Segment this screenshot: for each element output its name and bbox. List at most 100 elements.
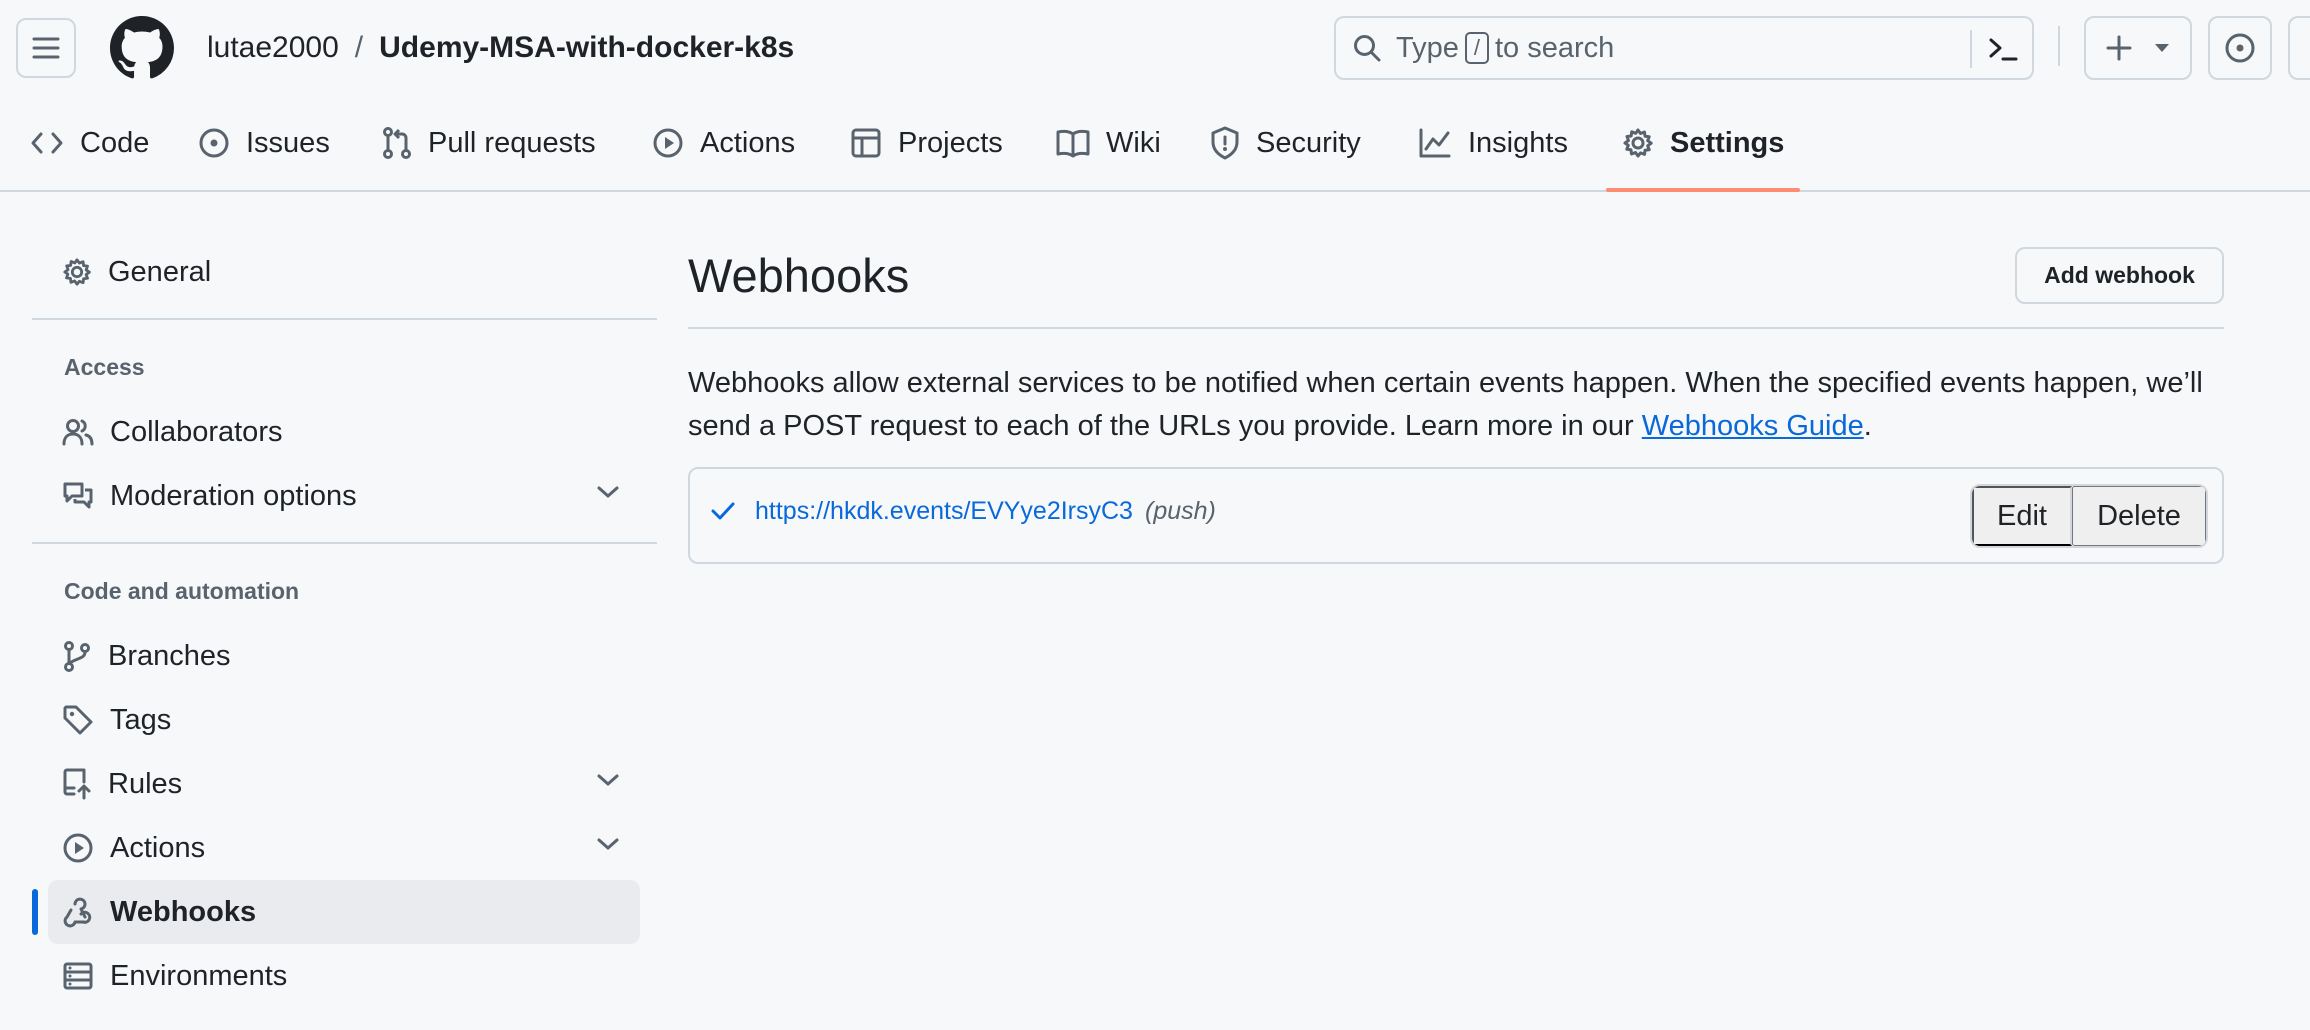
description-text: Webhooks allow external services to be n…: [688, 367, 2203, 442]
webhook-events: (push): [1145, 497, 1216, 525]
sidebar-heading-access: Access: [64, 354, 145, 380]
tab-label: Actions: [700, 126, 796, 159]
gear-icon: [1622, 127, 1654, 159]
sidebar-item-webhooks[interactable]: Webhooks: [48, 880, 640, 944]
selected-item-marker: [32, 889, 38, 935]
create-new-button[interactable]: [2084, 16, 2192, 80]
chevron-down-icon: [596, 484, 620, 500]
tab-pull-requests[interactable]: Pull requests: [382, 96, 596, 190]
issue-opened-icon: [2224, 32, 2256, 64]
hamburger-icon: [32, 36, 60, 60]
book-icon: [1056, 128, 1090, 158]
webhook-icon: [62, 896, 94, 928]
tab-label: Security: [1256, 126, 1361, 159]
tab-label: Issues: [246, 126, 330, 159]
search-placeholder-start: Type: [1396, 31, 1459, 64]
shield-icon: [1210, 126, 1240, 160]
search-icon: [1352, 33, 1382, 63]
code-icon: [30, 129, 64, 157]
breadcrumb-owner-link[interactable]: lutae2000: [207, 31, 339, 65]
repo-push-icon: [62, 768, 92, 800]
chevron-down-icon: [596, 836, 620, 852]
sidebar-item-label: Actions: [110, 831, 206, 864]
sidebar-item-label: Rules: [108, 767, 183, 800]
tab-wiki[interactable]: Wiki: [1056, 96, 1161, 190]
tab-insights[interactable]: Insights: [1418, 96, 1568, 190]
search-input[interactable]: Type / to search: [1334, 16, 2034, 80]
play-icon: [62, 832, 94, 864]
sidebar-heading-code-automation: Code and automation: [64, 578, 300, 604]
people-icon: [62, 418, 94, 446]
webhook-actions: Edit Delete: [1970, 484, 2208, 548]
global-header: lutae2000 / Udemy-MSA-with-docker-k8s Ty…: [0, 0, 2310, 96]
sidebar-item-label: Collaborators: [110, 415, 283, 448]
tab-code[interactable]: Code: [30, 96, 149, 190]
tab-settings[interactable]: Settings: [1605, 96, 1801, 192]
tab-label: Wiki: [1106, 126, 1161, 159]
edit-webhook-button[interactable]: Edit: [1972, 486, 2072, 546]
play-icon: [652, 127, 684, 159]
sidebar-item-general[interactable]: General: [48, 240, 640, 304]
tab-label: Settings: [1670, 126, 1785, 159]
issue-opened-icon: [198, 127, 230, 159]
your-issues-button[interactable]: [2208, 16, 2272, 80]
sidebar-item-actions[interactable]: Actions: [48, 816, 640, 880]
search-placeholder: Type / to search: [1396, 32, 1614, 65]
sidebar-item-moderation-options[interactable]: Moderation options: [48, 464, 640, 528]
webhook-url-link[interactable]: https://hkdk.events/EVYye2Irsy​C3: [755, 497, 1133, 526]
title-divider: [688, 327, 2224, 329]
sidebar-item-environments[interactable]: Environments: [48, 944, 640, 1008]
sidebar-divider: [32, 542, 657, 544]
sidebar-item-label: Webhooks: [110, 895, 257, 928]
add-webhook-button[interactable]: Add webhook: [2015, 247, 2224, 304]
server-icon: [62, 961, 94, 991]
search-placeholder-end: to search: [1495, 31, 1615, 64]
sidebar-item-collaborators[interactable]: Collaborators: [48, 400, 640, 464]
tab-actions[interactable]: Actions: [652, 96, 795, 190]
git-branch-icon: [62, 640, 92, 672]
table-icon: [850, 127, 882, 159]
plus-icon: [2106, 35, 2132, 61]
command-palette-icon[interactable]: [1986, 32, 2020, 66]
sidebar-item-label: Branches: [108, 639, 231, 672]
sidebar-item-label: Tags: [110, 703, 172, 736]
tag-icon: [62, 704, 94, 736]
tab-projects[interactable]: Projects: [850, 96, 1003, 190]
page-title: Webhooks: [688, 249, 910, 302]
tab-label: Pull requests: [428, 126, 596, 159]
pull-requests-header-button[interactable]: [2288, 16, 2310, 80]
sidebar-item-rules[interactable]: Rules: [48, 752, 640, 816]
header-divider: [2058, 26, 2060, 66]
comment-discussion-icon: [62, 481, 94, 511]
chevron-down-icon: [596, 772, 620, 788]
repo-tab-bar: Code Issues Pull requests Actions Projec…: [0, 96, 2310, 192]
github-logo-icon[interactable]: [110, 16, 174, 80]
sidebar-item-tags[interactable]: Tags: [48, 688, 640, 752]
webhooks-description: Webhooks allow external services to be n…: [688, 362, 2224, 448]
description-end: .: [1863, 410, 1872, 442]
tab-security[interactable]: Security: [1210, 96, 1361, 190]
tab-label: Code: [80, 126, 150, 159]
tab-label: Insights: [1468, 126, 1568, 159]
sidebar-divider: [32, 318, 657, 320]
delete-webhook-button[interactable]: Delete: [2072, 486, 2206, 546]
sidebar-item-label: Environments: [110, 959, 288, 992]
search-shortcut-key: /: [1464, 32, 1489, 64]
webhook-list-item: https://hkdk.events/EVYye2Irsy​C3 (push)…: [688, 467, 2224, 564]
search-divider: [1970, 30, 1972, 68]
sidebar-item-label: General: [108, 255, 212, 288]
tab-issues[interactable]: Issues: [198, 96, 330, 190]
sidebar-item-label: Moderation options: [110, 479, 357, 512]
breadcrumb-repo-link[interactable]: Udemy-MSA-with-docker-k8s: [379, 31, 794, 65]
breadcrumb-separator: /: [354, 31, 364, 64]
breadcrumb: lutae2000 / Udemy-MSA-with-docker-k8s: [207, 26, 794, 70]
gear-icon: [62, 257, 92, 287]
webhooks-guide-link[interactable]: Webhooks Guide: [1642, 410, 1864, 442]
tab-label: Projects: [898, 126, 1003, 159]
graph-icon: [1418, 127, 1452, 159]
triangle-down-icon: [2154, 43, 2170, 53]
check-icon: [708, 496, 738, 526]
git-pull-request-icon: [382, 126, 412, 160]
open-global-nav-button[interactable]: [16, 18, 76, 78]
sidebar-item-branches[interactable]: Branches: [48, 624, 640, 688]
